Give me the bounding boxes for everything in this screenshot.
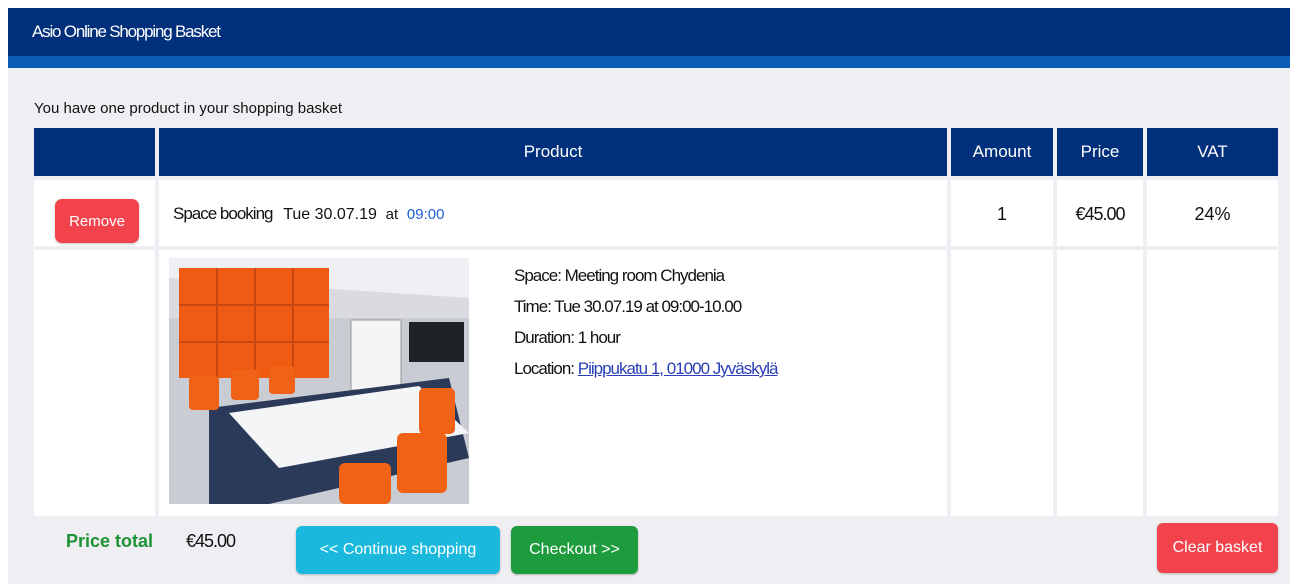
remove-button[interactable]: Remove: [55, 199, 139, 243]
detail-time: Time: Tue 30.07.19 at 09:00-10.00: [514, 297, 742, 316]
product-at: at: [385, 206, 399, 223]
price-value: €45.00: [1075, 204, 1125, 224]
details-cell-empty: [34, 250, 155, 516]
booking-details: Space: Meeting room Chydenia Time: Tue 3…: [514, 260, 779, 384]
product-date: Tue 30.07.19: [283, 206, 377, 223]
column-header-product: Product: [159, 128, 947, 176]
detail-duration: Duration: 1 hour: [514, 328, 621, 347]
column-header-vat: VAT: [1147, 128, 1278, 176]
basket-info-text: You have one product in your shopping ba…: [34, 100, 343, 117]
column-header-price: Price: [1057, 128, 1143, 176]
column-header-amount: Amount: [951, 128, 1053, 176]
clear-basket-button[interactable]: Clear basket: [1157, 523, 1278, 573]
product-time-link[interactable]: 09:00: [407, 206, 445, 223]
details-cell-price: [1057, 250, 1143, 516]
product-line: Space booking Tue 30.07.19 at 09:00: [173, 204, 444, 224]
location-label: Location:: [514, 359, 578, 378]
page-title: Asio Online Shopping Basket: [32, 22, 221, 41]
product-name: Space booking: [173, 204, 273, 223]
detail-location: Location: Piippukatu 1, 01000 Jyväskylä: [514, 353, 779, 384]
details-cell-vat: [1147, 250, 1278, 516]
basket-page: Asio Online Shopping Basket You have one…: [8, 8, 1290, 584]
header-stripe: [8, 56, 1290, 68]
checkout-button[interactable]: Checkout >>: [511, 526, 638, 574]
vat-value: 24%: [1194, 204, 1231, 224]
price-total-label: Price total: [66, 531, 154, 551]
header-bar: Asio Online Shopping Basket: [8, 8, 1290, 56]
details-cell-amount: [951, 250, 1053, 516]
location-link[interactable]: Piippukatu 1, 01000 Jyväskylä: [578, 359, 779, 378]
amount-value: 1: [996, 204, 1007, 224]
meeting-room-photo: [169, 258, 469, 504]
continue-shopping-button[interactable]: << Continue shopping: [296, 526, 500, 574]
column-header-actions: [34, 128, 155, 176]
price-total-value: €45.00: [186, 531, 236, 551]
detail-space: Space: Meeting room Chydenia: [514, 266, 725, 285]
